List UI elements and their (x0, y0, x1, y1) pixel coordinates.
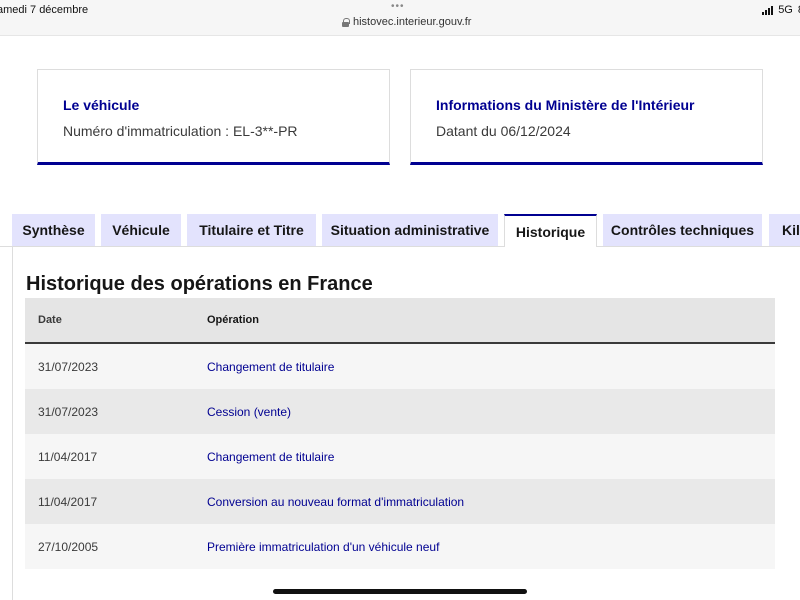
tab-situation-administrative[interactable]: Situation administrative (322, 214, 498, 246)
table-row: 11/04/2017 Changement de titulaire (25, 434, 775, 479)
vehicle-card-title: Le véhicule (63, 97, 140, 113)
row-date: 27/10/2005 (38, 539, 99, 554)
status-indicators: 5G 8 (762, 4, 800, 16)
vehicle-card: Le véhicule Numéro d'immatriculation : E… (37, 69, 390, 165)
status-date: amedi 7 décembre (0, 4, 89, 16)
tab-historique[interactable]: Historique (504, 214, 597, 247)
ministry-card: Informations du Ministère de l'Intérieur… (410, 69, 763, 165)
ministry-date: Datant du 06/12/2024 (436, 123, 571, 139)
tab-titulaire-et-titre[interactable]: Titulaire et Titre (187, 214, 316, 246)
column-header-date: Date (38, 314, 62, 326)
tab-vehicule[interactable]: Véhicule (101, 214, 181, 246)
table-row: 31/07/2023 Changement de titulaire (25, 344, 775, 389)
table-body: 31/07/2023 Changement de titulaire 31/07… (25, 344, 775, 569)
more-dots-icon[interactable]: ••• (391, 1, 405, 12)
column-header-operation: Opération (207, 314, 259, 326)
tab-controles-techniques[interactable]: Contrôles techniques (603, 214, 762, 246)
home-indicator[interactable] (273, 589, 527, 594)
status-bar: amedi 7 décembre ••• histovec.interieur.… (0, 0, 800, 36)
url-text: histovec.interieur.gouv.fr (353, 16, 472, 28)
row-date: 31/07/2023 (38, 359, 99, 374)
row-date: 11/04/2017 (38, 449, 98, 464)
ministry-card-title: Informations du Ministère de l'Intérieur (436, 97, 695, 113)
row-operation: Changement de titulaire (207, 449, 335, 464)
lock-icon (342, 17, 350, 27)
table-header: Date Opération (25, 298, 775, 344)
section-title: Historique des opérations en France (26, 273, 373, 295)
row-operation: Cession (vente) (207, 404, 292, 419)
row-operation: Changement de titulaire (207, 359, 335, 374)
registration-number: Numéro d'immatriculation : EL-3**-PR (63, 123, 298, 139)
network-label: 5G (778, 4, 793, 16)
row-date: 11/04/2017 (38, 494, 98, 509)
table-row: 27/10/2005 Première immatriculation d'un… (25, 524, 775, 569)
row-date: 31/07/2023 (38, 404, 99, 419)
table-row: 31/07/2023 Cession (vente) (25, 389, 775, 434)
tab-kilometrage[interactable]: Kilo (769, 214, 800, 246)
row-operation: Première immatriculation d'un véhicule n… (207, 539, 440, 554)
history-table: Date Opération 31/07/2023 Changement de … (25, 298, 775, 569)
signal-icon (762, 5, 774, 15)
address-bar[interactable]: histovec.interieur.gouv.fr (342, 16, 471, 28)
table-row: 11/04/2017 Conversion au nouveau format … (25, 479, 775, 524)
row-operation: Conversion au nouveau format d'immatricu… (207, 494, 465, 509)
tab-synthese[interactable]: Synthèse (12, 214, 95, 246)
